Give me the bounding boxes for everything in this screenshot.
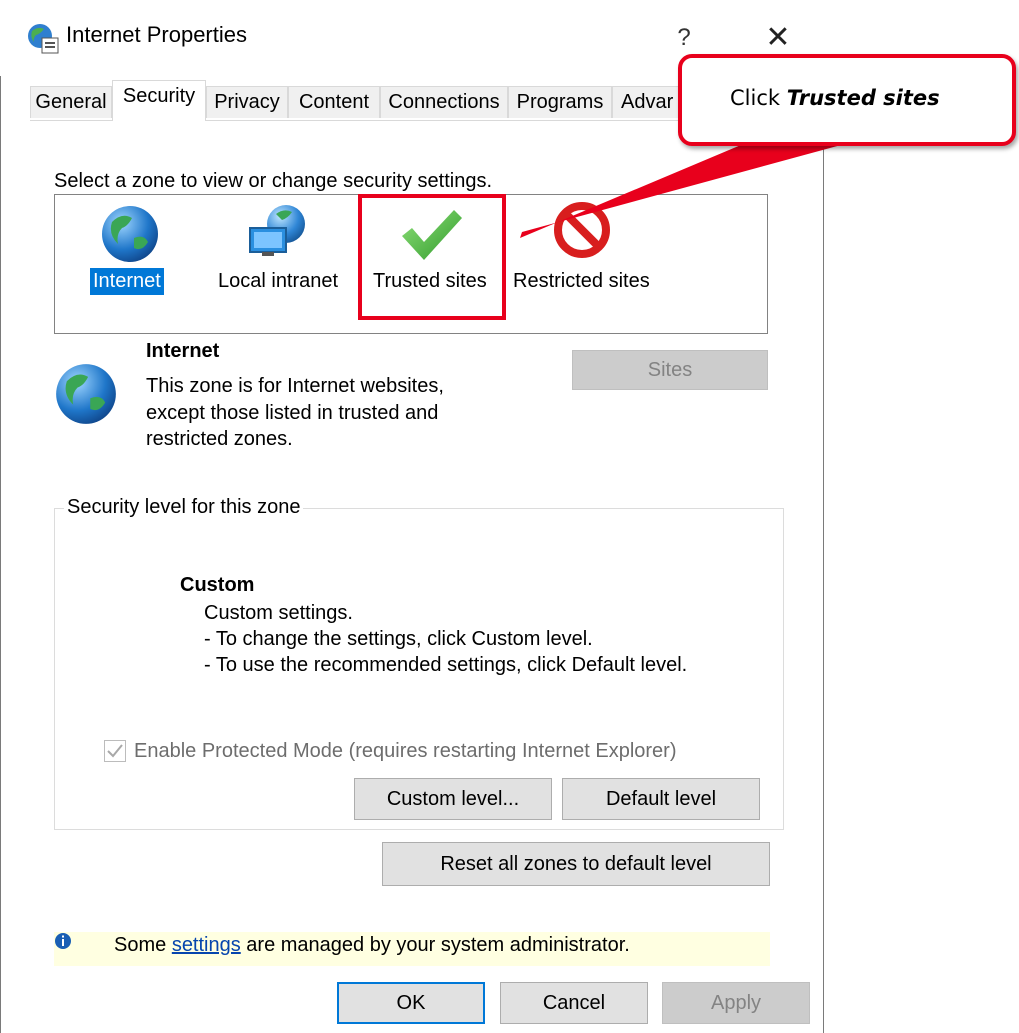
callout-pointer (520, 142, 852, 238)
callout-prefix: Click (730, 86, 787, 110)
callout-emphasis: Trusted sites (786, 86, 940, 110)
tab-security[interactable]: Security (112, 80, 206, 121)
callout-text: Click Trusted sites (730, 86, 940, 110)
